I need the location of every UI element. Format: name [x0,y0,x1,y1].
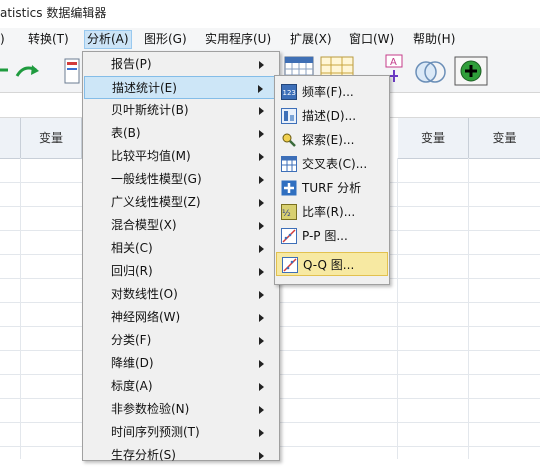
submenu-arrow-icon [259,337,264,345]
use-sets-icon[interactable] [414,56,448,86]
submenu-arrow-icon [259,61,264,69]
submenu-arrow-icon [259,291,264,299]
submenu-arrow-icon [258,85,263,93]
analyze-menu: 报告(P) 描述统计(E) 贝叶斯统计(B) 表(B) 比较平均值(M) 一般线… [82,51,280,462]
title-bar: atistics 数据编辑器 [0,0,540,24]
grid-divider [468,158,469,459]
window-title: atistics 数据编辑器 [0,6,107,20]
submenu-arrow-icon [259,245,264,253]
menu-item-compare-means[interactable]: 比较平均值(M) [84,145,278,168]
column-header[interactable]: 变量 [469,118,540,159]
menu-item-reports[interactable]: 报告(P) [84,53,278,76]
descriptives-icon [281,108,297,124]
menu-analyze[interactable]: 分析(A) [84,30,132,49]
menu-item-scale[interactable]: 标度(A) [84,375,278,398]
arrow-partial-icon[interactable] [0,63,12,77]
grid-divider [20,158,21,459]
qq-plot-icon [282,257,298,273]
svg-text:A: A [390,57,397,68]
menu-transform[interactable]: 转换(T) [28,31,69,48]
menu-item-mixed-models[interactable]: 混合模型(X) [84,214,278,237]
menu-item-general-linear-model[interactable]: 一般线性模型(G) [84,168,278,191]
submenu-arrow-icon [259,107,264,115]
menu-item-dimension-reduction[interactable]: 降维(D) [84,352,278,375]
svg-text:½: ½ [282,209,291,219]
menu-item-neural-networks[interactable]: 神经网络(W) [84,306,278,329]
explore-icon [282,133,296,147]
submenu-arrow-icon [259,199,264,207]
ratio-icon: ½ [281,204,297,220]
menu-item-classify[interactable]: 分类(F) [84,329,278,352]
menu-item-nonparametric-tests[interactable]: 非参数检验(N) [84,398,278,421]
grid-divider [397,158,398,459]
submenu-arrow-icon [259,314,264,322]
menu-extensions[interactable]: 扩展(X) [290,31,332,48]
menu-item-regression[interactable]: 回归(R) [84,260,278,283]
menu-item-bayesian[interactable]: 贝叶斯统计(B) [84,99,278,122]
frequencies-icon: 123 [281,84,297,100]
menu-item-loglinear[interactable]: 对数线性(O) [84,283,278,306]
menu-bar: ) 转换(T) 分析(A) 图形(G) 实用程序(U) 扩展(X) 窗口(W) … [0,28,540,50]
menu-utilities[interactable]: 实用程序(U) [205,31,271,48]
menu-edit-partial[interactable]: ) [0,31,5,48]
submenu-arrow-icon [259,130,264,138]
submenu-arrow-icon [259,360,264,368]
submenu-arrow-icon [259,153,264,161]
goto-case-icon[interactable] [64,58,80,84]
turf-icon [281,180,297,196]
submenu-item-turf[interactable]: TURF 分析 [276,176,388,200]
submenu-item-pp-plot[interactable]: P-P 图... [276,224,388,248]
menu-item-tables[interactable]: 表(B) [84,122,278,145]
menu-graphs[interactable]: 图形(G) [144,31,187,48]
menu-item-generalized-linear-models[interactable]: 广义线性模型(Z) [84,191,278,214]
submenu-item-frequencies[interactable]: 123 频率(F)... [276,80,388,104]
redo-icon[interactable] [14,62,44,82]
menu-window[interactable]: 窗口(W) [349,31,394,48]
column-header-partial [0,118,21,159]
show-all-variables-icon[interactable] [454,56,488,86]
submenu-item-qq-plot[interactable]: Q-Q 图... [276,252,388,276]
crosstabs-icon [281,156,297,172]
menu-item-correlate[interactable]: 相关(C) [84,237,278,260]
submenu-arrow-icon [259,222,264,230]
menu-item-descriptive-statistics[interactable]: 描述统计(E) [84,76,278,99]
submenu-arrow-icon [259,429,264,437]
menu-item-forecasting[interactable]: 时间序列预测(T) [84,421,278,444]
submenu-arrow-icon [259,383,264,391]
submenu-arrow-icon [259,406,264,414]
descriptive-statistics-submenu: 123 频率(F)... 描述(D)... 探索(E)... 交叉表(C)... [274,75,390,285]
submenu-item-descriptives[interactable]: 描述(D)... [276,104,388,128]
menu-item-survival[interactable]: 生存分析(S) [84,444,278,467]
menu-help[interactable]: 帮助(H) [413,31,455,48]
column-header[interactable]: 变量 [398,118,469,159]
submenu-item-crosstabs[interactable]: 交叉表(C)... [276,152,388,176]
submenu-arrow-icon [259,268,264,276]
submenu-item-ratio[interactable]: ½ 比率(R)... [276,200,388,224]
submenu-arrow-icon [259,176,264,184]
column-header[interactable]: 变量 [21,118,82,159]
submenu-item-explore[interactable]: 探索(E)... [276,128,388,152]
svg-text:123: 123 [283,89,296,97]
pp-plot-icon [281,228,297,244]
